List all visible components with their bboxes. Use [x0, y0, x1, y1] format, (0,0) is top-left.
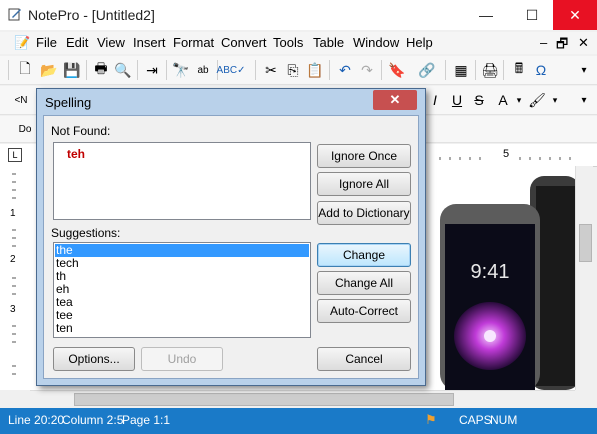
print-setup-icon[interactable]: 🖨	[481, 61, 499, 79]
status-line: Line 20:20	[8, 413, 65, 427]
italic-icon[interactable]: I	[426, 91, 444, 109]
menu-file[interactable]: File	[36, 35, 57, 50]
dialog-close-button[interactable]: ✕	[373, 90, 417, 110]
horizontal-scrollbar[interactable]	[30, 390, 575, 407]
vertical-ruler: 1 2 3	[0, 166, 31, 390]
cut-icon[interactable]: ✂	[262, 61, 280, 79]
selected-suggestion-highlight	[55, 244, 309, 257]
underline-icon[interactable]: U	[448, 91, 466, 109]
menu-format[interactable]: Format	[173, 35, 214, 50]
status-column: Column 2:5	[62, 413, 124, 427]
title-bar: NotePro - [Untitled2] — ☐ ✕	[0, 0, 597, 30]
symbol-icon[interactable]: Ω	[532, 61, 550, 79]
vertical-scrollbar[interactable]	[575, 166, 593, 390]
horizontal-scroll-thumb[interactable]	[74, 393, 454, 406]
menu-bar: 📝 File Edit View Insert Format Convert T…	[0, 32, 597, 54]
redo-icon[interactable]: ↷	[358, 61, 376, 79]
find-icon[interactable]: 🔭	[172, 61, 190, 79]
status-caps: CAPS	[459, 413, 492, 427]
undo-icon[interactable]: ↶	[336, 61, 354, 79]
vertical-scroll-thumb[interactable]	[579, 224, 592, 262]
new-document-icon[interactable]: 🗋	[16, 60, 34, 79]
formatting-options-icon[interactable]: ▾	[575, 91, 593, 109]
ignore-once-button[interactable]: Ignore Once	[317, 144, 411, 168]
highlight-dropdown-icon[interactable]: ▾	[546, 91, 564, 109]
paste-icon[interactable]: 📋	[306, 61, 324, 79]
minimize-button[interactable]: —	[464, 0, 508, 30]
calculator-icon[interactable]: 🖩	[510, 60, 528, 79]
ignore-all-button[interactable]: Ignore All	[317, 172, 411, 196]
not-found-field[interactable]: teh	[53, 142, 311, 220]
print-preview-icon[interactable]: 🔍	[114, 61, 132, 79]
svg-text:9:41: 9:41	[471, 261, 510, 283]
tab-stop-icon[interactable]: L	[8, 148, 22, 162]
suggestions-list[interactable]: the tech th eh tea tee ten	[53, 242, 311, 338]
menu-tools[interactable]: Tools	[273, 35, 303, 50]
menu-file-icon: 📝	[14, 35, 31, 50]
hyperlink-icon[interactable]: 🔗	[418, 61, 436, 79]
save-icon[interactable]: 💾	[63, 61, 81, 79]
standard-toolbar: 🗋 📂 💾 🖶 🔍 ⇥ 🔭 ab ABC✓ ✂ ⎘ 📋 ↶ ↷ 🔖 🔗 ▦ 🖨 …	[0, 56, 597, 85]
menu-view[interactable]: View	[97, 35, 125, 50]
status-bar: Line 20:20 Column 2:5 Page 1:1 ⚑ CAPS NU…	[0, 408, 597, 434]
menu-table[interactable]: Table	[313, 35, 344, 50]
maximize-button[interactable]: ☐	[510, 0, 554, 30]
menu-insert[interactable]: Insert	[133, 35, 166, 50]
add-to-dictionary-button[interactable]: Add to Dictionary	[317, 201, 411, 225]
not-found-word: teh	[67, 147, 85, 161]
mdi-minimize-button[interactable]: –	[540, 35, 547, 50]
auto-correct-button[interactable]: Auto-Correct	[317, 299, 411, 323]
flag-icon: ⚑	[425, 412, 437, 427]
highlight-icon[interactable]: 🖌	[528, 91, 546, 109]
window-title: NotePro - [Untitled2]	[28, 7, 155, 23]
mdi-restore-button[interactable]: 🗗	[556, 35, 568, 57]
vruler-mark-2: 2	[10, 254, 16, 265]
status-page: Page 1:1	[122, 413, 171, 427]
phone-image: 9:41	[440, 176, 575, 390]
font-color-dropdown-icon[interactable]: ▾	[510, 91, 528, 109]
cancel-button[interactable]: Cancel	[317, 347, 411, 371]
menu-edit[interactable]: Edit	[66, 35, 88, 50]
spelling-dialog: Spelling ✕ Not Found: teh Suggestions: t…	[36, 88, 426, 386]
not-found-label: Not Found:	[51, 124, 111, 138]
vruler-mark-1: 1	[10, 208, 16, 219]
notepro-app-icon	[8, 8, 21, 21]
options-button[interactable]: Options...	[53, 347, 135, 371]
style-dropdown[interactable]: Do	[16, 120, 34, 138]
mdi-close-button[interactable]: ✕	[578, 35, 589, 51]
spell-check-icon[interactable]: ABC✓	[217, 61, 246, 79]
vertical-ruler-ticks	[12, 173, 16, 375]
export-icon[interactable]: ⇥	[143, 61, 161, 79]
dialog-body: Not Found: teh Suggestions: the tech th …	[43, 115, 419, 379]
font-name-dropdown[interactable]: <N	[12, 91, 30, 109]
toolbar-options-icon[interactable]: ▾	[575, 61, 593, 79]
table-icon[interactable]: ▦	[452, 61, 470, 79]
undo-button[interactable]: Undo	[141, 347, 223, 371]
suggestion-item[interactable]: ten	[56, 322, 73, 335]
vruler-mark-3: 3	[10, 304, 16, 315]
copy-icon[interactable]: ⎘	[284, 61, 302, 79]
status-num: NUM	[490, 413, 518, 427]
bookmark-icon[interactable]: 🔖	[388, 61, 406, 79]
close-button[interactable]: ✕	[553, 0, 597, 30]
suggestions-label: Suggestions:	[51, 226, 121, 240]
menu-help[interactable]: Help	[406, 35, 433, 50]
open-folder-icon[interactable]: 📂	[40, 61, 58, 79]
change-all-button[interactable]: Change All	[317, 271, 411, 295]
replace-icon[interactable]: ab	[194, 61, 212, 79]
menu-convert[interactable]: Convert	[221, 35, 267, 50]
menu-window[interactable]: Window	[353, 35, 399, 50]
ruler-mark-5: 5	[503, 148, 510, 160]
strikethrough-icon[interactable]: S	[470, 91, 488, 109]
dialog-title: Spelling	[45, 95, 92, 110]
change-button[interactable]: Change	[317, 243, 411, 267]
print-icon[interactable]: 🖶	[92, 60, 110, 79]
